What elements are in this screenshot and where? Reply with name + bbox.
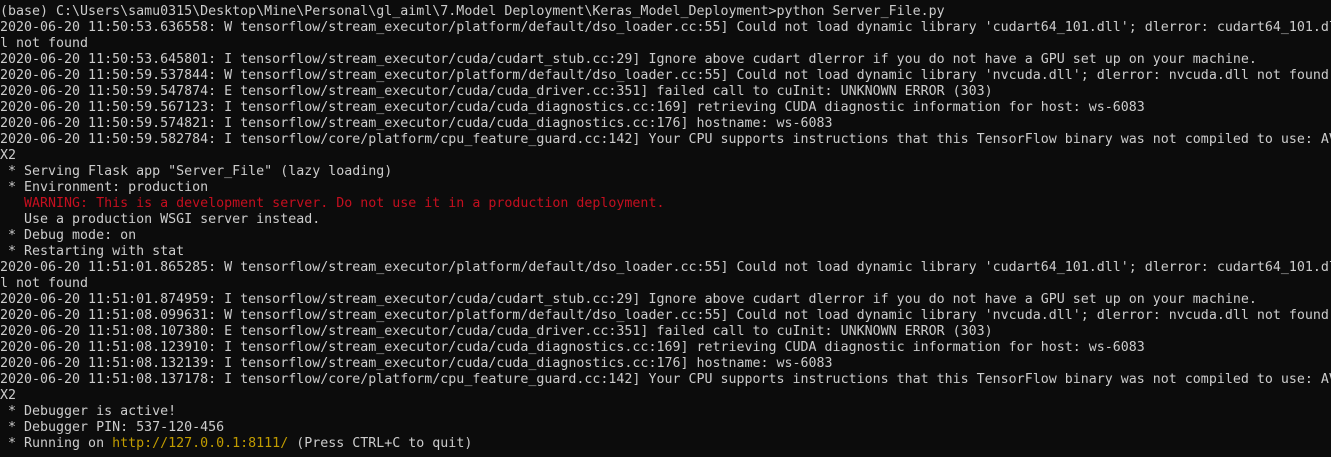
terminal-line: * Debug mode: on (0, 228, 137, 243)
terminal-line: 2020-06-20 11:51:08.132139: I tensorflow… (0, 356, 833, 371)
quit-hint: (Press CTRL+C to quit) (288, 436, 473, 451)
terminal-line: l not found (0, 276, 89, 291)
terminal-line: 2020-06-20 11:50:59.567123: I tensorflow… (0, 100, 1145, 115)
terminal-line: 2020-06-20 11:51:08.107380: E tensorflow… (0, 324, 993, 339)
terminal-line: 2020-06-20 11:50:59.582784: I tensorflow… (0, 132, 1331, 147)
terminal-line: 2020-06-20 11:50:59.537844: W tensorflow… (0, 68, 1329, 83)
terminal-line: 2020-06-20 11:50:53.636558: W tensorflow… (0, 20, 1331, 35)
terminal-line: * Restarting with stat (0, 244, 185, 259)
terminal-line: * Debugger is active! (0, 404, 177, 419)
terminal-line: l not found (0, 36, 89, 51)
terminal-line: 2020-06-20 11:50:53.645801: I tensorflow… (0, 52, 1257, 67)
running-on-line: * Running on http://127.0.0.1:8111/ (Pre… (0, 436, 1331, 452)
terminal-line: Use a production WSGI server instead. (0, 212, 321, 227)
running-on-prefix: * Running on (0, 436, 113, 451)
terminal-output[interactable]: (base) C:\Users\samu0315\Desktop\Mine\Pe… (0, 0, 1331, 457)
terminal-line: X2 (0, 148, 17, 163)
server-url-link[interactable]: http://127.0.0.1:8111/ (112, 436, 288, 451)
terminal-line: 2020-06-20 11:51:08.099631: W tensorflow… (0, 308, 1329, 323)
terminal-line: * Serving Flask app "Server_File" (lazy … (0, 164, 393, 179)
warning-line: WARNING: This is a development server. D… (0, 196, 665, 211)
terminal-line: X2 (0, 388, 17, 403)
terminal-line: * Debugger PIN: 537-120-456 (0, 420, 225, 435)
terminal-line: 2020-06-20 11:51:08.137178: I tensorflow… (0, 372, 1331, 387)
terminal-line: 2020-06-20 11:50:59.547874: E tensorflow… (0, 84, 993, 99)
terminal-line: 2020-06-20 11:50:59.574821: I tensorflow… (0, 116, 833, 131)
terminal-line: 2020-06-20 11:51:01.865285: W tensorflow… (0, 260, 1331, 275)
terminal-line: 2020-06-20 11:51:08.123910: I tensorflow… (0, 340, 1145, 355)
terminal-line: 2020-06-20 11:51:01.874959: I tensorflow… (0, 292, 1257, 307)
terminal-line: (base) C:\Users\samu0315\Desktop\Mine\Pe… (0, 4, 945, 19)
terminal-line: * Environment: production (0, 180, 209, 195)
